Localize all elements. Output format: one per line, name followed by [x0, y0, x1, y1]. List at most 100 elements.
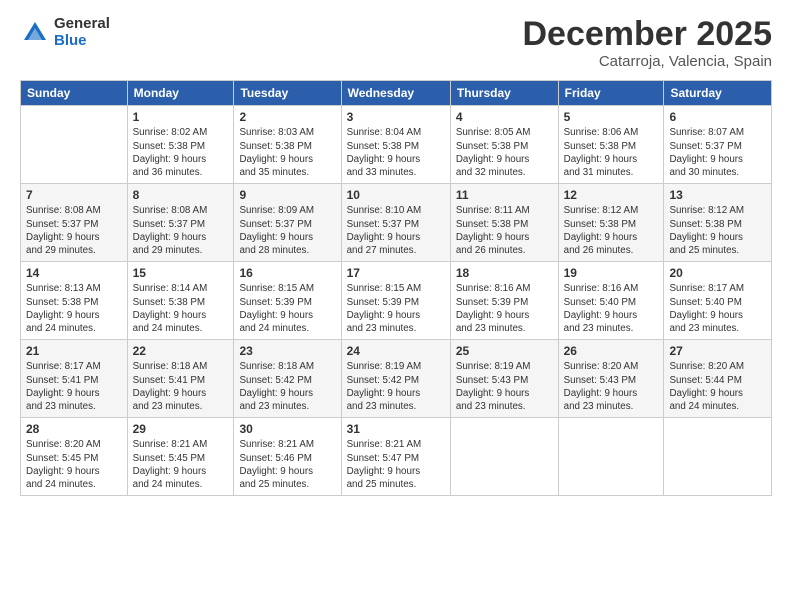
calendar-day-8: 8 Sunrise: 8:08 AM Sunset: 5:37 PM Daylig… [127, 184, 234, 262]
calendar-table: SundayMondayTuesdayWednesdayThursdayFrid… [20, 80, 772, 496]
calendar-day-25: 25 Sunrise: 8:19 AM Sunset: 5:43 PM Dayli… [450, 340, 558, 418]
calendar-day-26: 26Sunrise: 8:20 AM Sunset: 5:43 PM Dayli… [558, 340, 664, 418]
day-number: 15 [133, 266, 229, 280]
calendar-day-21: 21 Sunrise: 8:17 AM Sunset: 5:41 PM Dayli… [21, 340, 128, 418]
weekday-header-thursday: Thursday [450, 81, 558, 106]
day-info: Sunrise: 8:21 AM Sunset: 5:45 PM Dayligh… [133, 438, 229, 491]
calendar-day-22: 22 Sunrise: 8:18 AM Sunset: 5:41 PM Dayli… [127, 340, 234, 418]
day-info: Sunrise: 8:19 AM Sunset: 5:42 PM Dayligh… [347, 360, 445, 413]
calendar-day-10: 10 Sunrise: 8:10 AM Sunset: 5:37 PM Dayli… [341, 184, 450, 262]
header: General Blue December 2025 Catarroja, Va… [20, 16, 772, 70]
calendar-day-6: 6 Sunrise: 8:07 AM Sunset: 5:37 PM Daylig… [664, 106, 772, 184]
calendar-day-9: 9 Sunrise: 8:09 AM Sunset: 5:37 PM Daylig… [234, 184, 341, 262]
day-info: Sunrise: 8:09 AM Sunset: 5:37 PM Dayligh… [239, 204, 335, 257]
calendar-day-14: 14Sunrise: 8:13 AM Sunset: 5:38 PM Dayli… [21, 262, 128, 340]
day-number: 9 [239, 188, 335, 202]
day-number: 13 [669, 188, 766, 202]
calendar-day-30: 30Sunrise: 8:21 AM Sunset: 5:46 PM Dayli… [234, 418, 341, 496]
weekday-header-wednesday: Wednesday [341, 81, 450, 106]
day-info: Sunrise: 8:08 AM Sunset: 5:37 PM Dayligh… [26, 204, 122, 257]
day-number: 29 [133, 422, 229, 436]
calendar-empty-cell [664, 418, 772, 496]
calendar-empty-cell [558, 418, 664, 496]
day-info: Sunrise: 8:03 AM Sunset: 5:38 PM Dayligh… [239, 126, 335, 179]
day-number: 3 [347, 110, 445, 124]
day-info: Sunrise: 8:16 AM Sunset: 5:40 PM Dayligh… [564, 282, 659, 335]
day-info: Sunrise: 8:19 AM Sunset: 5:43 PM Dayligh… [456, 360, 553, 413]
page: General Blue December 2025 Catarroja, Va… [0, 0, 792, 612]
day-number: 10 [347, 188, 445, 202]
day-number: 24 [347, 344, 445, 358]
day-info: Sunrise: 8:04 AM Sunset: 5:38 PM Dayligh… [347, 126, 445, 179]
day-info: Sunrise: 8:17 AM Sunset: 5:41 PM Dayligh… [26, 360, 122, 413]
title-block: December 2025 Catarroja, Valencia, Spain [522, 16, 772, 70]
day-info: Sunrise: 8:21 AM Sunset: 5:46 PM Dayligh… [239, 438, 335, 491]
day-number: 2 [239, 110, 335, 124]
day-number: 1 [133, 110, 229, 124]
day-info: Sunrise: 8:10 AM Sunset: 5:37 PM Dayligh… [347, 204, 445, 257]
day-info: Sunrise: 8:16 AM Sunset: 5:39 PM Dayligh… [456, 282, 553, 335]
day-number: 28 [26, 422, 122, 436]
day-info: Sunrise: 8:07 AM Sunset: 5:37 PM Dayligh… [669, 126, 766, 179]
day-number: 21 [26, 344, 122, 358]
weekday-header-monday: Monday [127, 81, 234, 106]
day-info: Sunrise: 8:12 AM Sunset: 5:38 PM Dayligh… [669, 204, 766, 257]
logo-icon [20, 18, 50, 48]
day-info: Sunrise: 8:21 AM Sunset: 5:47 PM Dayligh… [347, 438, 445, 491]
logo-general: General [54, 16, 110, 33]
weekday-header-friday: Friday [558, 81, 664, 106]
calendar-empty-cell [21, 106, 128, 184]
calendar-day-1: 1 Sunrise: 8:02 AM Sunset: 5:38 PM Daylig… [127, 106, 234, 184]
day-number: 19 [564, 266, 659, 280]
calendar-day-13: 13 Sunrise: 8:12 AM Sunset: 5:38 PM Dayli… [664, 184, 772, 262]
day-number: 27 [669, 344, 766, 358]
calendar-week-row: 21 Sunrise: 8:17 AM Sunset: 5:41 PM Dayli… [21, 340, 772, 418]
day-info: Sunrise: 8:18 AM Sunset: 5:42 PM Dayligh… [239, 360, 335, 413]
day-info: Sunrise: 8:13 AM Sunset: 5:38 PM Dayligh… [26, 282, 122, 335]
day-number: 26 [564, 344, 659, 358]
logo-blue: Blue [54, 33, 110, 50]
calendar-day-23: 23 Sunrise: 8:18 AM Sunset: 5:42 PM Dayli… [234, 340, 341, 418]
day-number: 17 [347, 266, 445, 280]
day-number: 11 [456, 188, 553, 202]
day-number: 16 [239, 266, 335, 280]
day-number: 23 [239, 344, 335, 358]
weekday-header-saturday: Saturday [664, 81, 772, 106]
calendar-day-19: 19 Sunrise: 8:16 AM Sunset: 5:40 PM Dayli… [558, 262, 664, 340]
calendar-day-12: 12 Sunrise: 8:12 AM Sunset: 5:38 PM Dayli… [558, 184, 664, 262]
day-info: Sunrise: 8:02 AM Sunset: 5:38 PM Dayligh… [133, 126, 229, 179]
day-number: 8 [133, 188, 229, 202]
calendar-day-5: 5Sunrise: 8:06 AM Sunset: 5:38 PM Daylig… [558, 106, 664, 184]
day-number: 25 [456, 344, 553, 358]
day-info: Sunrise: 8:08 AM Sunset: 5:37 PM Dayligh… [133, 204, 229, 257]
calendar-day-7: 7 Sunrise: 8:08 AM Sunset: 5:37 PM Daylig… [21, 184, 128, 262]
day-number: 22 [133, 344, 229, 358]
day-number: 5 [564, 110, 659, 124]
calendar-day-11: 11 Sunrise: 8:11 AM Sunset: 5:38 PM Dayli… [450, 184, 558, 262]
day-number: 4 [456, 110, 553, 124]
logo-text: General Blue [54, 16, 110, 49]
day-number: 20 [669, 266, 766, 280]
weekday-header-tuesday: Tuesday [234, 81, 341, 106]
calendar-day-28: 28 Sunrise: 8:20 AM Sunset: 5:45 PM Dayli… [21, 418, 128, 496]
calendar-week-row: 1 Sunrise: 8:02 AM Sunset: 5:38 PM Daylig… [21, 106, 772, 184]
day-info: Sunrise: 8:12 AM Sunset: 5:38 PM Dayligh… [564, 204, 659, 257]
day-number: 18 [456, 266, 553, 280]
day-number: 12 [564, 188, 659, 202]
calendar-day-2: 2 Sunrise: 8:03 AM Sunset: 5:38 PM Daylig… [234, 106, 341, 184]
calendar-day-18: 18 Sunrise: 8:16 AM Sunset: 5:39 PM Dayli… [450, 262, 558, 340]
location: Catarroja, Valencia, Spain [522, 53, 772, 70]
calendar-day-31: 31Sunrise: 8:21 AM Sunset: 5:47 PM Dayli… [341, 418, 450, 496]
month-title: December 2025 [522, 16, 772, 53]
calendar-day-24: 24 Sunrise: 8:19 AM Sunset: 5:42 PM Dayli… [341, 340, 450, 418]
calendar-day-20: 20Sunrise: 8:17 AM Sunset: 5:40 PM Dayli… [664, 262, 772, 340]
calendar-week-row: 14Sunrise: 8:13 AM Sunset: 5:38 PM Dayli… [21, 262, 772, 340]
day-info: Sunrise: 8:05 AM Sunset: 5:38 PM Dayligh… [456, 126, 553, 179]
day-info: Sunrise: 8:18 AM Sunset: 5:41 PM Dayligh… [133, 360, 229, 413]
day-number: 6 [669, 110, 766, 124]
weekday-header-row: SundayMondayTuesdayWednesdayThursdayFrid… [21, 81, 772, 106]
calendar-day-29: 29 Sunrise: 8:21 AM Sunset: 5:45 PM Dayli… [127, 418, 234, 496]
day-number: 7 [26, 188, 122, 202]
day-info: Sunrise: 8:20 AM Sunset: 5:45 PM Dayligh… [26, 438, 122, 491]
day-info: Sunrise: 8:11 AM Sunset: 5:38 PM Dayligh… [456, 204, 553, 257]
